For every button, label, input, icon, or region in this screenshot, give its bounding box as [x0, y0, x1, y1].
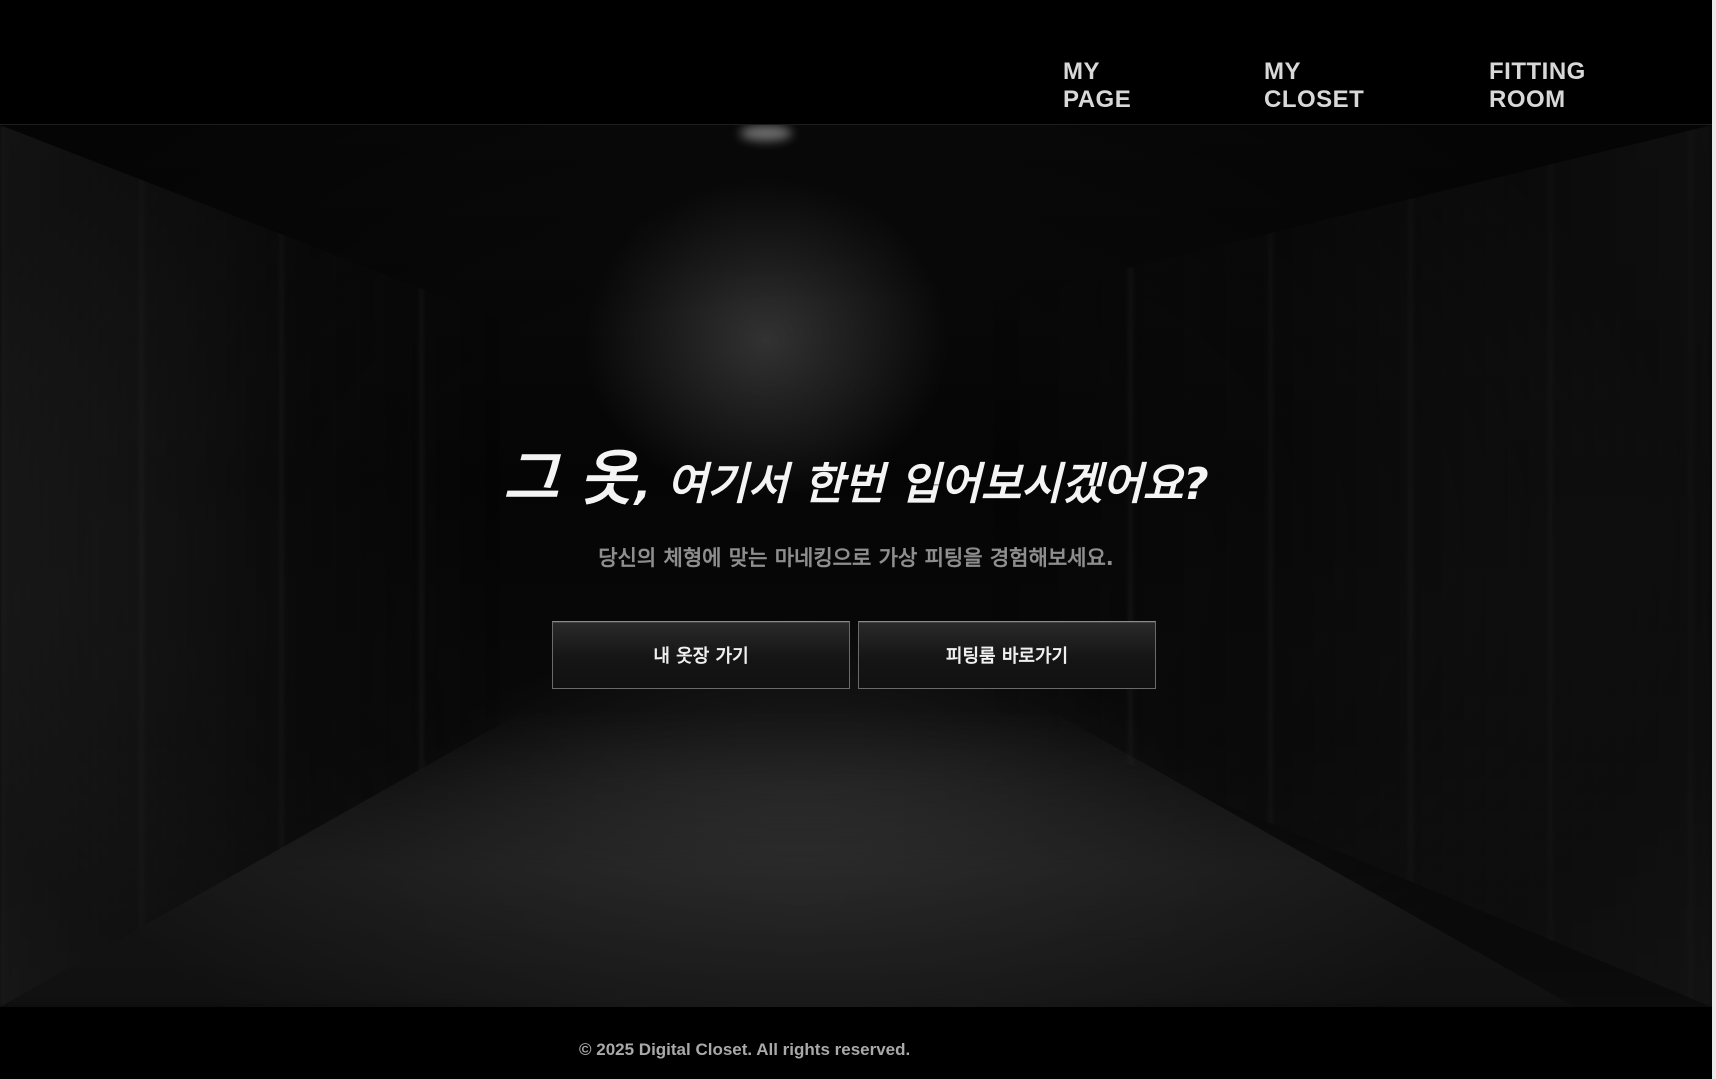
- go-to-fitting-button[interactable]: 피팅룸 바로가기: [858, 621, 1156, 689]
- headline-rest: , 여기서 한번 입어보시겠어요?: [634, 459, 1209, 511]
- hero-section: 그 옷, 여기서 한번 입어보시겠어요? 당신의 체형에 맞는 마네킹으로 가상…: [0, 125, 1712, 1007]
- hero-headline: 그 옷, 여기서 한번 입어보시겠어요?: [0, 449, 1712, 509]
- nav-my-closet-link[interactable]: MY CLOSET: [1264, 58, 1404, 114]
- copyright-text: © 2025 Digital Closet. All rights reserv…: [579, 1040, 911, 1059]
- site-footer: © 2025 Digital Closet. All rights reserv…: [0, 1007, 1712, 1079]
- hero-subtitle: 당신의 체형에 맞는 마네킹으로 가상 피팅을 경험해보세요.: [598, 546, 1114, 570]
- site-header: MY PAGE MY CLOSET FITTING ROOM: [0, 0, 1712, 125]
- go-to-closet-button[interactable]: 내 옷장 가기: [552, 621, 850, 689]
- window-edge: [1712, 0, 1716, 1079]
- headline-emphasis: 그 옷: [503, 444, 635, 515]
- page: MY PAGE MY CLOSET FITTING ROOM 그 옷, 여기서 …: [0, 0, 1716, 1079]
- hero-button-group: 내 옷장 가기 피팅룸 바로가기: [552, 621, 1156, 689]
- nav-my-page-link[interactable]: MY PAGE: [1063, 58, 1173, 114]
- nav-fitting-room-link[interactable]: FITTING ROOM: [1489, 58, 1659, 114]
